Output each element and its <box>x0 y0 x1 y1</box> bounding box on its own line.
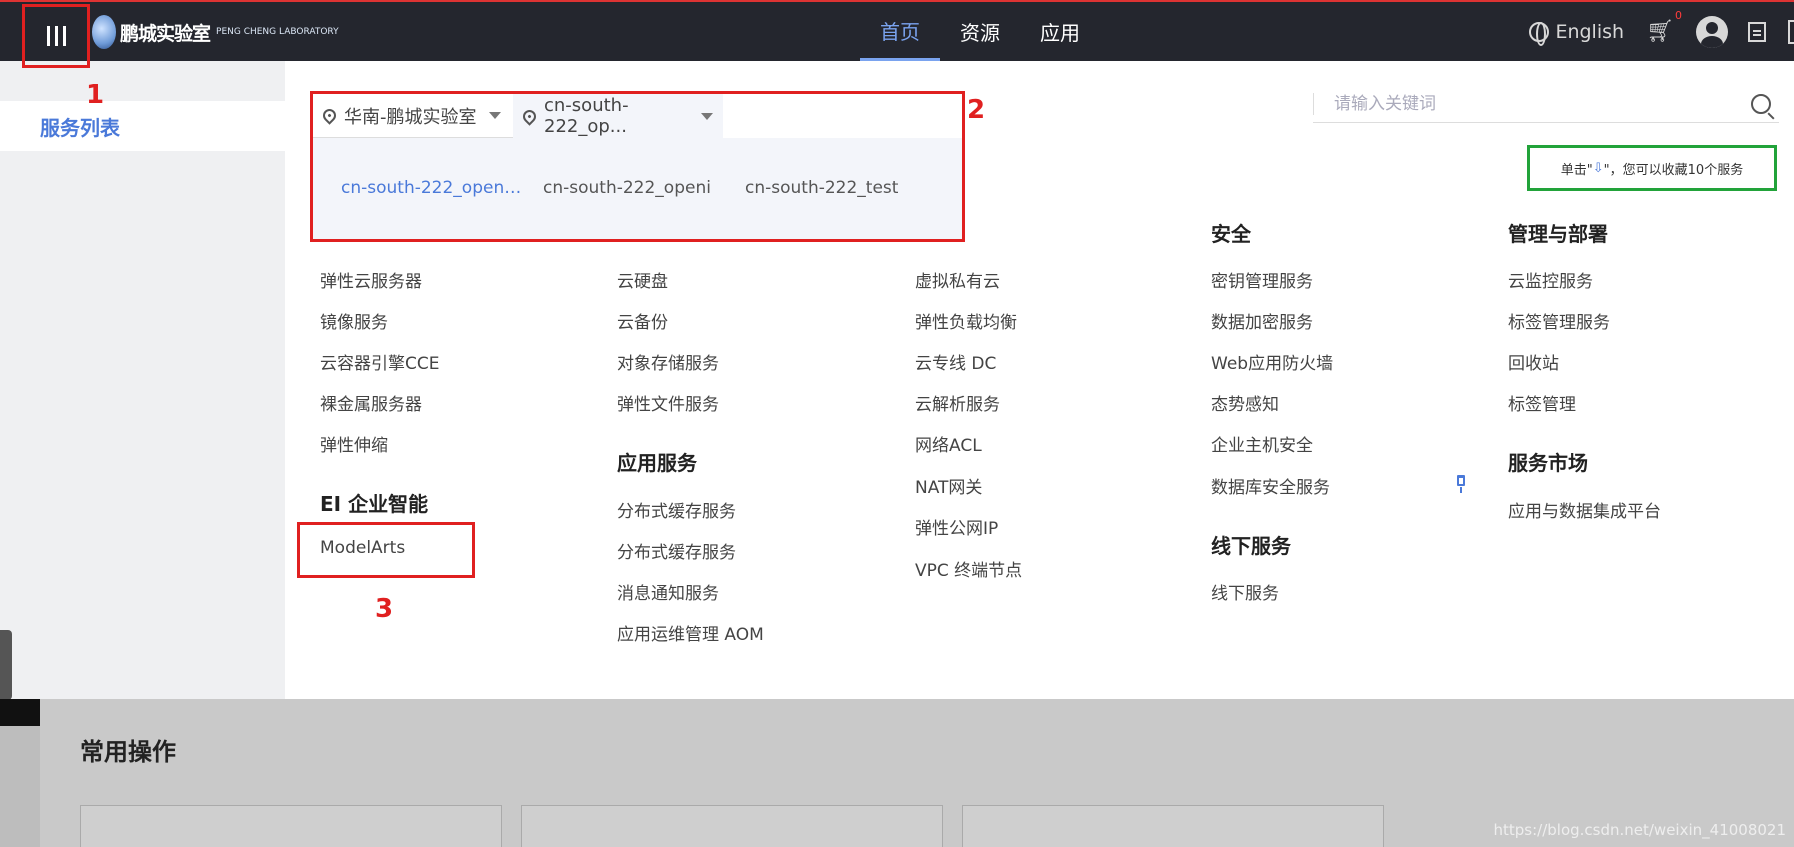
service-link[interactable]: 回收站 <box>1508 349 1559 374</box>
logo[interactable]: 鹏城实验室 PENG CHENG LABORATORY <box>92 14 339 50</box>
location-pin-icon <box>320 106 339 125</box>
service-link[interactable]: 虚拟私有云 <box>915 267 1000 292</box>
globe-icon <box>1529 21 1550 46</box>
language-label: English <box>1555 20 1625 43</box>
region-area-label: 华南-鹏城实验室 <box>344 106 477 128</box>
service-link[interactable]: 弹性伸缩 <box>320 431 388 456</box>
region-header: 华南-鹏城实验室 cn-south-222_op... <box>313 94 962 138</box>
service-menu-button[interactable] <box>22 4 90 68</box>
nav-tab-resources[interactable]: 资源 <box>940 2 1020 61</box>
service-link[interactable]: 企业主机安全 <box>1211 431 1313 456</box>
service-link[interactable]: NAT网关 <box>915 473 982 498</box>
region-option[interactable]: cn-south-222_test <box>745 178 947 198</box>
region-zone-label: cn-south-222_op... <box>544 95 629 137</box>
top-right-tools: English 🛒︎ 0 <box>1529 2 1794 61</box>
search-input[interactable] <box>1334 93 1751 114</box>
service-link[interactable]: 应用与数据集成平台 <box>1508 497 1661 522</box>
category-title: 服务市场 <box>1508 451 1588 475</box>
nav-tab-home[interactable]: 首页 <box>860 2 940 61</box>
category-title: 管理与部署 <box>1508 222 1608 246</box>
category-title: 线下服务 <box>1211 534 1291 558</box>
operation-card[interactable] <box>962 805 1384 847</box>
location-pin-icon <box>520 106 539 126</box>
favorite-tip-prefix: 单击" <box>1560 162 1593 178</box>
service-link[interactable]: 分布式缓存服务 <box>617 538 736 563</box>
service-link[interactable]: 数据加密服务 <box>1211 308 1313 333</box>
modelarts-highlight <box>297 522 475 578</box>
annotation-1: 1 <box>86 80 105 110</box>
cart-button[interactable]: 🛒︎ 0 <box>1646 9 1682 44</box>
category-title: EI 企业智能 <box>320 492 429 516</box>
logo-emblem-icon <box>92 15 116 49</box>
service-link[interactable]: 弹性云服务器 <box>320 267 422 292</box>
region-zone-select[interactable]: cn-south-222_op... <box>513 94 723 138</box>
category-title: 应用服务 <box>617 451 697 475</box>
common-operations-section: 常用操作 https://blog.csdn.net/weixin_410080… <box>0 699 1794 847</box>
search-icon[interactable] <box>1751 93 1771 114</box>
service-link[interactable]: 云监控服务 <box>1508 267 1593 292</box>
annotation-3: 3 <box>375 594 394 624</box>
operation-card[interactable] <box>80 805 502 847</box>
service-link[interactable]: 应用运维管理 AOM <box>617 620 764 645</box>
service-link[interactable]: 云容器引擎CCE <box>320 349 439 374</box>
sidebar: 服务列表 <box>0 61 285 699</box>
service-link[interactable]: 镜像服务 <box>320 308 388 333</box>
region-options: cn-south-222_openda... cn-south-222_open… <box>341 178 947 198</box>
service-link[interactable]: 云解析服务 <box>915 390 1000 415</box>
service-link[interactable]: 云专线 DC <box>915 349 996 374</box>
service-link[interactable]: VPC 终端节点 <box>915 556 1022 581</box>
caret-down-icon <box>488 112 501 119</box>
annotation-2: 2 <box>967 95 986 125</box>
section-title: 常用操作 <box>80 738 176 766</box>
service-link[interactable]: 线下服务 <box>1211 579 1279 604</box>
favorite-tip: 单击" ⇩ "，您可以收藏10个服务 <box>1527 145 1777 191</box>
favorite-tip-suffix: "，您可以收藏10个服务 <box>1603 162 1744 178</box>
caret-down-icon <box>701 112 713 120</box>
region-option[interactable]: cn-south-222_openi <box>543 178 745 198</box>
service-link[interactable]: 标签管理服务 <box>1508 308 1610 333</box>
bottom-sidebar <box>0 699 40 847</box>
region-selector-panel: 华南-鹏城实验室 cn-south-222_op... cn-south-222… <box>310 91 965 242</box>
service-link[interactable]: 弹性公网IP <box>915 514 998 539</box>
notes-icon[interactable] <box>1748 21 1766 42</box>
side-handle[interactable] <box>0 630 12 700</box>
user-avatar[interactable] <box>1696 15 1728 48</box>
service-link[interactable]: 标签管理 <box>1508 390 1576 415</box>
more-icon[interactable] <box>1788 19 1794 44</box>
cart-icon: 🛒︎ <box>1646 19 1674 44</box>
service-link[interactable]: 云硬盘 <box>617 267 668 292</box>
service-list-panel: 华南-鹏城实验室 cn-south-222_op... cn-south-222… <box>285 61 1794 699</box>
region-area-select[interactable]: 华南-鹏城实验室 <box>313 94 513 138</box>
cart-badge: 0 <box>1675 9 1682 22</box>
service-link[interactable]: Web应用防火墙 <box>1211 349 1333 374</box>
service-link[interactable]: 分布式缓存服务 <box>617 497 736 522</box>
main-nav: 首页 资源 应用 <box>860 2 1100 61</box>
service-link[interactable]: 云备份 <box>617 308 668 333</box>
service-link[interactable]: 态势感知 <box>1211 390 1279 415</box>
logo-subtitle: PENG CHENG LABORATORY <box>216 27 339 37</box>
service-search <box>1313 85 1779 123</box>
logo-text: 鹏城实验室 <box>120 22 211 45</box>
service-link[interactable]: 裸金属服务器 <box>320 390 422 415</box>
sidebar-item-service-list[interactable]: 服务列表 <box>0 101 285 151</box>
region-option[interactable]: cn-south-222_openda... <box>341 178 531 198</box>
service-link[interactable]: 弹性负载均衡 <box>915 308 1017 333</box>
service-link[interactable]: 网络ACL <box>915 431 982 456</box>
favorite-pin-icon[interactable] <box>1457 475 1465 493</box>
search-divider <box>1313 92 1314 115</box>
service-link[interactable]: 消息通知服务 <box>617 579 719 604</box>
service-link[interactable]: 数据库安全服务 <box>1211 473 1330 498</box>
operation-card[interactable] <box>521 805 943 847</box>
menu-icon <box>46 26 66 46</box>
service-link[interactable]: 密钥管理服务 <box>1211 267 1313 292</box>
language-switch[interactable]: English <box>1529 20 1625 46</box>
service-link[interactable]: 弹性文件服务 <box>617 390 719 415</box>
pin-icon: ⇩ <box>1592 160 1604 176</box>
service-link[interactable]: 对象存储服务 <box>617 349 719 374</box>
category-title: 安全 <box>1211 222 1251 246</box>
nav-tab-apps[interactable]: 应用 <box>1020 2 1100 61</box>
top-navigation-bar: 鹏城实验室 PENG CHENG LABORATORY 首页 资源 应用 Eng… <box>0 0 1794 61</box>
watermark: https://blog.csdn.net/weixin_41008021 <box>1493 821 1786 839</box>
